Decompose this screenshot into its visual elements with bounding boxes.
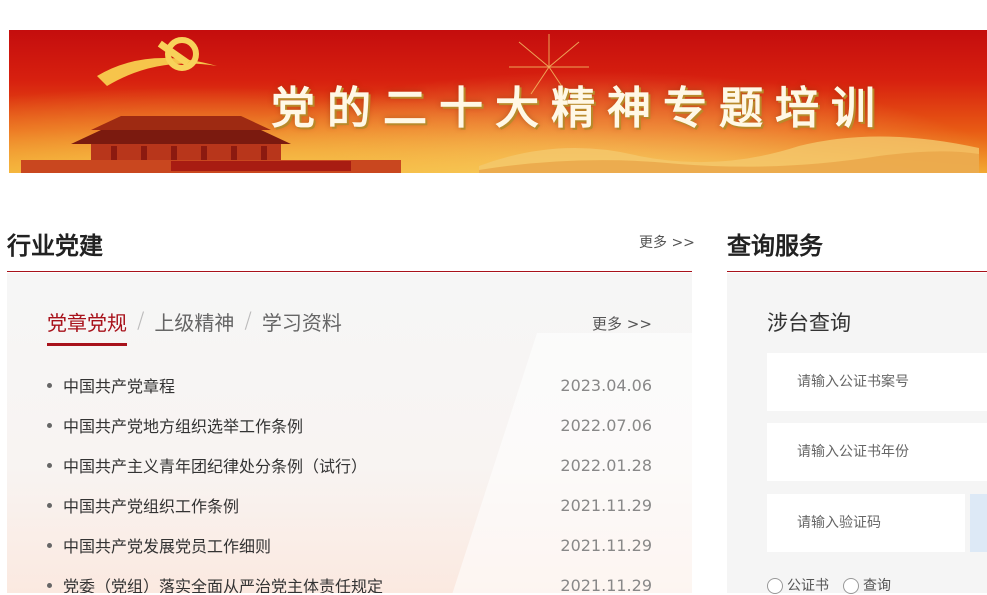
bullet-icon [47,502,52,508]
radio-icon [767,578,783,594]
news-title[interactable]: 党委（党组）落实全面从严治党主体责任规定 [63,573,383,593]
tab-separator: / [244,309,252,334]
list-item[interactable]: 党委（党组）落实全面从严治党主体责任规定 2021.11.29 [47,565,652,593]
news-title[interactable]: 中国共产党组织工作条例 [63,493,239,517]
option-certificate[interactable]: 公证书 [767,575,829,595]
captcha-input[interactable] [767,494,965,552]
radio-icon [843,578,859,594]
bullet-icon [47,462,52,468]
bullet-icon [47,422,52,428]
banner: 党的二十大精神专题培训 [9,30,987,173]
news-list: 中国共产党章程 2023.04.06 中国共产党地方组织选举工作条例 2022.… [47,365,652,593]
news-title[interactable]: 中国共产党地方组织选举工作条例 [63,413,303,437]
tab-study-materials[interactable]: 学习资料 [262,307,342,336]
party-emblem-icon [97,37,217,86]
option-query[interactable]: 查询 [843,575,891,595]
news-date: 2022.07.06 [560,415,652,435]
list-item[interactable]: 中国共产主义青年团纪律处分条例（试行） 2022.01.28 [47,445,652,485]
news-title[interactable]: 中国共产党发展党员工作细则 [63,533,271,557]
industry-more-link[interactable]: 更多 >> [639,232,695,252]
banner-title: 党的二十大精神专题培训 [271,83,887,134]
bullet-icon [47,542,52,548]
news-title[interactable]: 中国共产主义青年团纪律处分条例（试行） [63,453,367,477]
option-label: 查询 [863,578,891,594]
query-panel: 涉台查询 公证书 查询 [727,273,987,595]
tab-party-rules[interactable]: 党章党规 [47,307,127,346]
industry-divider [7,271,692,272]
list-item[interactable]: 中国共产党章程 2023.04.06 [47,365,652,405]
query-options: 公证书 查询 [767,575,891,595]
news-title[interactable]: 中国共产党章程 [63,373,175,397]
certificate-year-input[interactable] [767,423,987,481]
captcha-image[interactable] [970,494,987,552]
bullet-icon [47,382,52,388]
tab-superior-spirit[interactable]: 上级精神 [154,307,234,336]
tab-separator: / [137,309,145,334]
list-item[interactable]: 中国共产党地方组织选举工作条例 2022.07.06 [47,405,652,445]
list-item[interactable]: 中国共产党发展党员工作细则 2021.11.29 [47,525,652,565]
query-subtitle: 涉台查询 [767,311,851,335]
news-date: 2021.11.29 [560,575,652,594]
news-date: 2023.04.06 [560,375,652,395]
query-divider [727,271,987,272]
news-date: 2022.01.28 [560,455,652,475]
tab-more-link[interactable]: 更多 >> [592,313,652,334]
certificate-number-input[interactable] [767,353,987,411]
industry-panel: 党章党规 / 上级精神 / 学习资料 更多 >> 中国共产党章程 2023.04… [7,273,692,593]
query-section-title: 查询服务 [727,232,823,260]
list-item[interactable]: 中国共产党组织工作条例 2021.11.29 [47,485,652,525]
tab-bar: 党章党规 / 上级精神 / 学习资料 [47,307,342,346]
option-label: 公证书 [787,578,829,594]
news-date: 2021.11.29 [560,535,652,555]
bullet-icon [47,582,52,588]
news-date: 2021.11.29 [560,495,652,515]
industry-section-title: 行业党建 [7,232,103,260]
